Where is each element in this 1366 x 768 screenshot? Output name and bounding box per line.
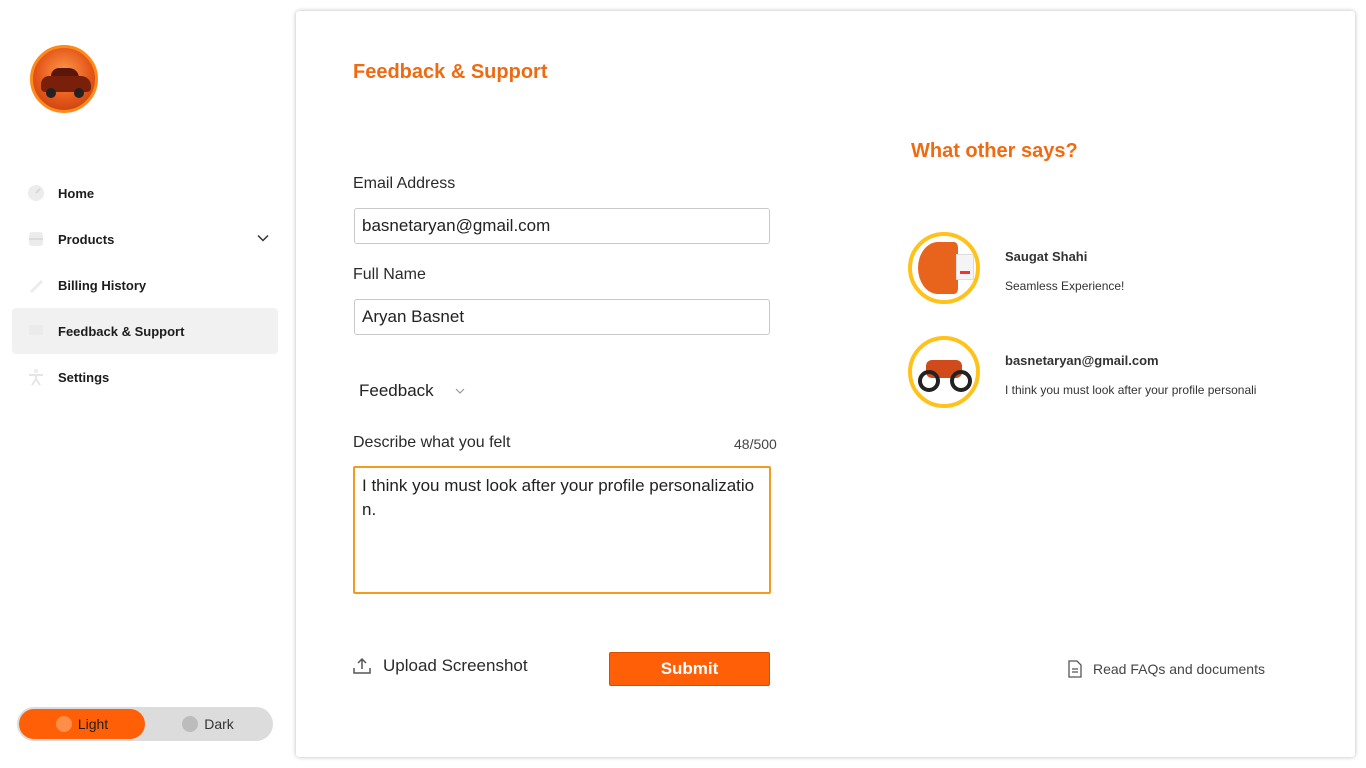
submit-button[interactable]: Submit	[609, 652, 770, 686]
chat-icon	[26, 321, 46, 341]
box-icon	[26, 229, 46, 249]
upload-icon	[353, 657, 371, 674]
avatar-shape	[918, 370, 940, 392]
brand-logo[interactable]	[30, 45, 98, 113]
sidebar-item-label: Feedback & Support	[58, 323, 185, 339]
sidebar-nav: Home Products Billing History Feedback &…	[12, 170, 278, 400]
faq-link[interactable]: Read FAQs and documents	[1067, 660, 1265, 678]
avatar	[908, 336, 980, 408]
avatar-shape	[918, 242, 958, 294]
reviews-title: What other says?	[911, 140, 1078, 162]
review-text: Seamless Experience!	[1005, 279, 1125, 293]
sidebar-item-label: Products	[58, 231, 115, 247]
upload-screenshot-label: Upload Screenshot	[383, 656, 528, 675]
sidebar-item-label: Settings	[58, 369, 110, 385]
sidebar-item-home[interactable]: Home	[12, 170, 278, 216]
theme-light-option[interactable]: Light	[19, 709, 145, 739]
review-card: Saugat Shahi Seamless Experience!	[908, 232, 1268, 304]
review-author: Saugat Shahi	[1005, 249, 1088, 264]
sidebar-item-feedback-support[interactable]: Feedback & Support	[12, 308, 278, 354]
character-counter: 48/500	[734, 436, 777, 452]
email-label: Email Address	[353, 175, 456, 192]
review-card: basnetaryan@gmail.com I think you must l…	[908, 336, 1268, 408]
dashboard-icon	[26, 183, 46, 203]
theme-light-label: Light	[77, 716, 109, 732]
email-field[interactable]	[354, 208, 770, 244]
car-wheel-shape	[74, 88, 84, 98]
review-text: I think you must look after your profile…	[1005, 383, 1257, 397]
sidebar-item-billing-history[interactable]: Billing History	[12, 262, 278, 308]
chevron-down-icon	[455, 388, 465, 394]
avatar	[908, 232, 980, 304]
sidebar-item-settings[interactable]: Settings	[12, 354, 278, 400]
page-title: Feedback & Support	[353, 61, 548, 83]
sidebar: Home Products Billing History Feedback &…	[0, 0, 290, 768]
review-author: basnetaryan@gmail.com	[1005, 353, 1159, 368]
theme-dark-label: Dark	[204, 716, 234, 732]
feedback-message-textarea[interactable]: I think you must look after your profile…	[353, 466, 771, 594]
feedback-type-value: Feedback	[359, 381, 434, 400]
full-name-label: Full Name	[353, 266, 426, 283]
sidebar-item-products[interactable]: Products	[12, 216, 278, 262]
car-wheel-shape	[46, 88, 56, 98]
describe-label: Describe what you felt	[353, 434, 511, 451]
theme-dark-option[interactable]: Dark	[145, 709, 271, 739]
theme-toggle: Light Dark	[17, 707, 273, 741]
main-panel: Feedback & Support Email Address Full Na…	[296, 11, 1355, 757]
faq-label: Read FAQs and documents	[1093, 661, 1265, 677]
avatar-shape	[950, 370, 972, 392]
sun-icon	[55, 716, 72, 732]
sidebar-item-label: Billing History	[58, 277, 147, 293]
accessibility-icon	[26, 367, 46, 387]
chevron-down-icon[interactable]	[256, 231, 270, 245]
full-name-field[interactable]	[354, 299, 770, 335]
sidebar-item-label: Home	[58, 185, 95, 201]
upload-screenshot-button[interactable]: Upload Screenshot	[352, 656, 528, 676]
avatar-shape	[956, 254, 974, 280]
moon-icon	[182, 716, 199, 732]
feedback-type-select[interactable]: Feedback	[354, 378, 494, 404]
document-icon	[1068, 660, 1082, 678]
pen-icon	[26, 275, 46, 295]
